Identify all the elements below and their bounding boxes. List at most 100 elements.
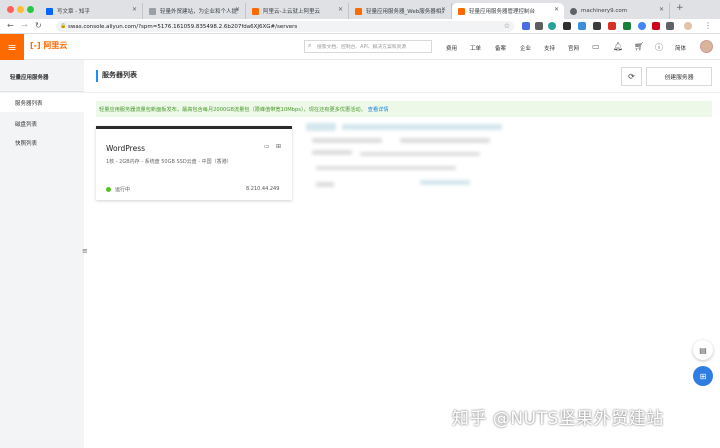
- redacted-block: [360, 152, 480, 156]
- extension-icon[interactable]: [608, 22, 616, 30]
- reload-icon[interactable]: ↻: [35, 21, 42, 30]
- redacted-block: [316, 182, 334, 187]
- new-tab-icon[interactable]: +: [676, 3, 684, 13]
- close-tab-icon[interactable]: ✕: [132, 6, 137, 13]
- hamburger-menu-icon[interactable]: ≡: [0, 34, 24, 60]
- search-icon: ⌕: [308, 42, 312, 49]
- extension-icon[interactable]: [652, 22, 660, 30]
- aliyun-favicon-icon: [458, 7, 465, 15]
- sidebar-item-label: 快照列表: [15, 140, 38, 147]
- aliyun-favicon-icon: [252, 7, 259, 15]
- remote-connect-icon[interactable]: ▭: [264, 143, 270, 150]
- extension-icon[interactable]: [563, 22, 571, 30]
- sidebar-item-snapshot-list[interactable]: 快照列表: [0, 133, 84, 152]
- profile-avatar-icon[interactable]: [684, 22, 692, 30]
- browser-tab[interactable]: machinery9.com ✕: [564, 3, 670, 19]
- cart-icon[interactable]: 🛒︎: [634, 42, 644, 51]
- app-grid-icon[interactable]: ⊞: [276, 143, 281, 150]
- header-link-enterprise[interactable]: 企业: [520, 44, 531, 52]
- browser-tab[interactable]: 写文章 - 知乎 ✕: [40, 3, 143, 19]
- close-tab-icon[interactable]: ✕: [235, 6, 240, 13]
- zhihu-favicon-icon: [46, 7, 53, 15]
- feedback-chat-button[interactable]: ▤: [693, 340, 713, 360]
- server-ip: 8.210.44.249: [246, 186, 280, 192]
- sidebar-item-server-list[interactable]: 服务器列表: [0, 93, 84, 112]
- header-link-support[interactable]: 支持: [544, 44, 555, 52]
- header-link-icp[interactable]: 备案: [495, 44, 506, 52]
- help-icon[interactable]: ⓘ: [655, 42, 663, 53]
- cloud-shell-icon[interactable]: ▭: [592, 42, 600, 51]
- search-input[interactable]: ⌕ 搜索文档、控制台、API、解决方案和资源: [304, 40, 432, 53]
- forward-icon[interactable]: →: [21, 21, 28, 30]
- close-tab-icon[interactable]: ✕: [338, 6, 343, 13]
- star-icon[interactable]: ☆: [504, 22, 510, 30]
- tab-label: 轻量外贸建站，为企业和个人提供...: [160, 9, 238, 15]
- page-title: 服务器列表: [96, 70, 137, 82]
- extension-icon[interactable]: [578, 22, 586, 30]
- tab-label: 轻量应用服务器管理控制台: [469, 9, 536, 15]
- sidebar-title: 轻量应用服务器: [10, 75, 49, 81]
- sidebar-item-label: 磁盘列表: [15, 121, 38, 128]
- extension-icon[interactable]: [638, 22, 646, 30]
- browser-tab[interactable]: 轻量外贸建站，为企业和个人提供... ✕: [143, 3, 246, 19]
- server-name[interactable]: WordPress: [106, 144, 145, 153]
- redacted-block: [420, 180, 470, 185]
- browser-menu-icon[interactable]: ⋮: [704, 21, 712, 30]
- extension-icon[interactable]: [535, 22, 543, 30]
- redacted-block: [312, 150, 352, 155]
- grid-icon: ⊞: [699, 371, 707, 381]
- extension-icon[interactable]: [548, 22, 556, 30]
- extension-icon[interactable]: [623, 22, 631, 30]
- extension-icon[interactable]: [593, 22, 601, 30]
- divider: [84, 92, 720, 93]
- aliyun-logo[interactable]: [-] 阿里云: [30, 40, 67, 51]
- sidebar-item-label: 服务器列表: [15, 100, 43, 107]
- quick-menu-button[interactable]: ⊞: [693, 366, 713, 386]
- header-link-billing[interactable]: 费用: [446, 44, 457, 52]
- browser-toolbar: ← → ↻ 🔒 swas.console.aliyun.com/?spm=517…: [0, 19, 720, 34]
- header-link-official-site[interactable]: 官网: [568, 44, 579, 52]
- puzzle-extensions-icon[interactable]: [666, 22, 674, 30]
- browser-tab-strip: 写文章 - 知乎 ✕ 轻量外贸建站，为企业和个人提供... ✕ 阿里云-上云就上…: [0, 0, 720, 19]
- chat-icon: ▤: [699, 345, 707, 355]
- logo-text: 阿里云: [43, 41, 68, 50]
- notice-banner: 轻量应用服务器流量包新面板发布，最高包含每月2000GB流量包（限峰值带宽10M…: [96, 101, 712, 117]
- language-switch[interactable]: 简体: [675, 44, 686, 52]
- zhihu-watermark: 知乎 @NUTS坚果外贸建站: [452, 409, 664, 429]
- close-tab-icon[interactable]: ✕: [554, 6, 559, 13]
- url-text: swas.console.aliyun.com/?spm=5176.161059…: [68, 23, 298, 30]
- zoom-window-button[interactable]: [27, 6, 34, 13]
- bell-icon[interactable]: 🔔︎: [613, 42, 623, 51]
- notice-text: 轻量应用服务器流量包新面板发布，最高包含每月2000GB流量包（限峰值带宽10M…: [99, 106, 366, 113]
- server-card[interactable]: WordPress ▭ ⊞ 1核 - 2GB内存 - 系统盘 50GB SSD云…: [96, 126, 292, 200]
- close-window-button[interactable]: [7, 6, 14, 13]
- browser-tab-active[interactable]: 轻量应用服务器管理控制台 ✕: [452, 3, 564, 19]
- aliyun-favicon-icon: [355, 7, 362, 15]
- browser-tab[interactable]: 阿里云-上云就上阿里云 ✕: [246, 3, 349, 19]
- extension-icon[interactable]: [522, 22, 530, 30]
- server-spec: 1核 - 2GB内存 - 系统盘 50GB SSD云盘 - 中国（香港）: [106, 159, 232, 165]
- status-dot-icon: [106, 187, 111, 192]
- close-tab-icon[interactable]: ✕: [441, 6, 446, 13]
- redacted-block: [400, 138, 490, 143]
- tab-label: 写文章 - 知乎: [57, 9, 90, 15]
- sidebar-collapse-handle-icon[interactable]: ≡: [82, 247, 88, 255]
- redacted-block: [306, 123, 336, 131]
- search-placeholder: 搜索文档、控制台、API、解决方案和资源: [317, 45, 407, 50]
- sidebar: 轻量应用服务器 服务器列表 磁盘列表 快照列表: [0, 60, 84, 448]
- minimize-window-button[interactable]: [17, 6, 24, 13]
- notice-details-link[interactable]: 查看详情: [368, 106, 389, 113]
- console-header: ≡ [-] 阿里云 ⌕ 搜索文档、控制台、API、解决方案和资源 费用 工单 备…: [0, 34, 720, 60]
- create-server-button[interactable]: 创建服务器: [646, 67, 712, 86]
- avatar[interactable]: [700, 40, 713, 53]
- close-tab-icon[interactable]: ✕: [659, 6, 664, 13]
- sidebar-item-disk-list[interactable]: 磁盘列表: [0, 114, 84, 133]
- tab-label: 阿里云-上云就上阿里云: [263, 9, 320, 15]
- back-icon[interactable]: ←: [7, 21, 14, 30]
- redacted-block: [312, 138, 382, 143]
- header-link-ticket[interactable]: 工单: [470, 44, 481, 52]
- url-bar[interactable]: 🔒 swas.console.aliyun.com/?spm=5176.1610…: [56, 21, 514, 32]
- redacted-block: [316, 166, 456, 170]
- browser-tab[interactable]: 轻量应用服务器_Web服务器相关... ✕: [349, 3, 452, 19]
- refresh-button[interactable]: ⟳: [621, 67, 642, 86]
